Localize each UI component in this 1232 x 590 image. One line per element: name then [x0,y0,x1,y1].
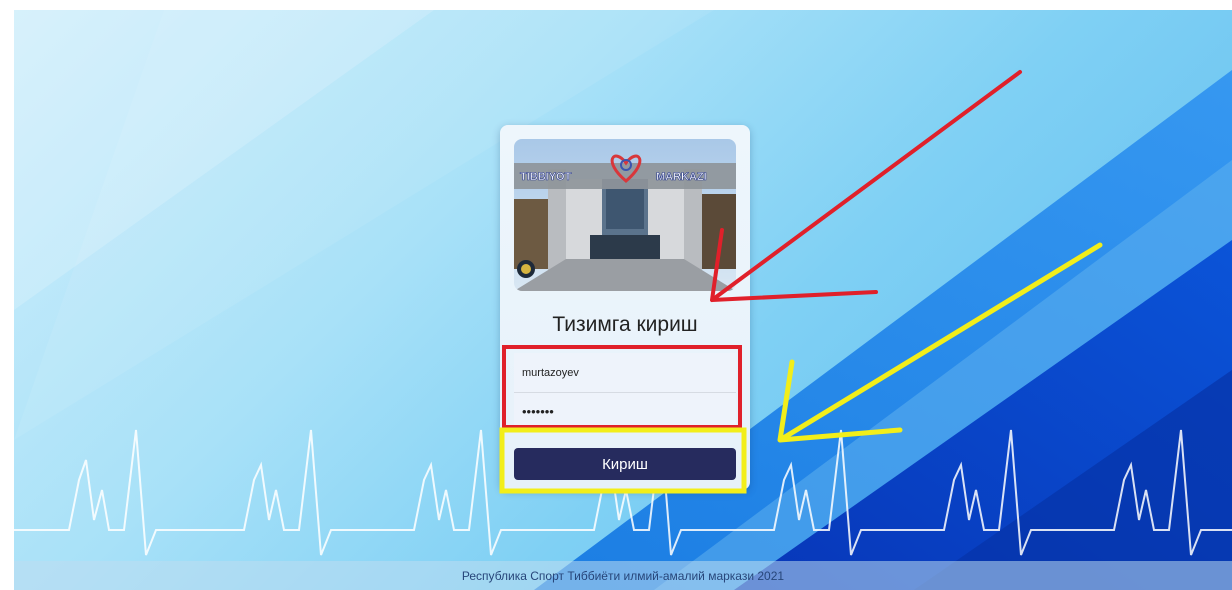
login-card: TIBBIYOT MARKAZI Тизимга кириш Кириш [500,125,750,490]
building-photo: TIBBIYOT MARKAZI [514,139,736,291]
photo-sign-right: MARKAZI [656,171,707,183]
username-input[interactable] [514,353,736,393]
login-title: Тизимга кириш [552,313,698,336]
footer-text: Республика Спорт Тиббиёти илмий-амалий м… [461,569,785,583]
login-page-background: TIBBIYOT MARKAZI Тизимга кириш Кириш Рес… [14,10,1232,590]
footer-bar: Республика Спорт Тиббиёти илмий-амалий м… [14,561,1232,590]
login-button[interactable]: Кириш [514,448,736,480]
password-input[interactable] [514,393,736,429]
photo-sign-left: TIBBIYOT [520,171,572,183]
